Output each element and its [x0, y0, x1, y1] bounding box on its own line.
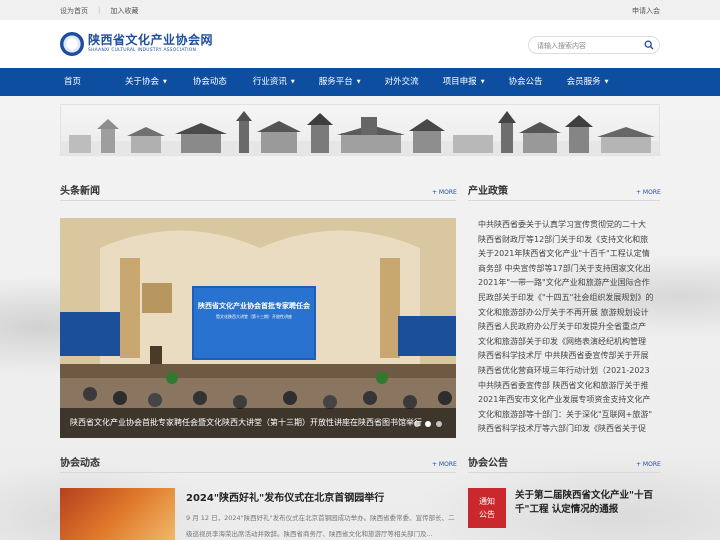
add-favorite-link[interactable]: 加入收藏 — [110, 6, 138, 16]
main-navigation: 首页 关于协会 ▼ 协会动态 行业资讯 ▼ 服务平台 ▼ 对外交流 项目申报 ▼ 协会公告 会员服务 ▼ — [0, 68, 720, 96]
logo-title: 陕西省文化产业协会网 — [88, 33, 214, 47]
top-utility-bar: 设为首页 | 加入收藏 申请入会 — [0, 0, 720, 20]
policy-list-item[interactable]: 陕西省财政厅等12部门关于印发《支持文化和旅 — [478, 233, 660, 248]
policy-list-item[interactable]: 民政部关于印发《"十四五"社会组织发展规划》的 — [478, 291, 660, 306]
policy-list-item[interactable]: 陕西省科学技术厅 中共陕西省委宣传部关于开展 — [478, 349, 660, 364]
skyline-illustration — [61, 111, 659, 155]
join-association-link[interactable]: 申请入会 — [632, 6, 660, 16]
nav-item-label: 项目申报 — [442, 77, 477, 87]
nav-item-label: 关于协会 — [125, 77, 160, 87]
search-icon[interactable] — [644, 40, 654, 50]
headline-more-link[interactable]: + MORE — [432, 189, 457, 196]
nav-item-6[interactable]: 项目申报 ▼ — [419, 68, 485, 96]
nav-item-8[interactable]: 会员服务 ▼ — [543, 68, 609, 96]
section-divider — [468, 200, 660, 201]
association-emblem-icon — [60, 32, 84, 56]
policy-list-item[interactable]: 文化和旅游部办公厅关于不再开展 旅游规划设计 — [478, 306, 660, 321]
nav-item-0[interactable]: 首页 — [60, 68, 103, 96]
notice-title: 协会公告 — [468, 458, 508, 469]
headline-caption[interactable]: 陕西省文化产业协会首批专家聘任会暨文化陕西大讲堂（第十三期）开放性讲座在陕西省图… — [60, 408, 456, 438]
policy-list-item[interactable]: 中共陕西省委宣传部 陕西省文化和旅游厅关于推 — [478, 379, 660, 394]
policy-list-item[interactable]: 文化和旅游部关于印发《网络表演经纪机构管理 — [478, 335, 660, 350]
nav-item-label: 协会公告 — [508, 77, 543, 87]
site-header: 陕西省文化产业协会网 SHAANXI CULTURAL INDUSTRY ASS… — [0, 20, 720, 68]
section-divider — [468, 472, 660, 473]
nav-item-4[interactable]: 服务平台 ▼ — [295, 68, 361, 96]
stage-screen-title: 陕西省文化产业协会首批专家聘任会 — [198, 301, 311, 310]
policy-title: 产业政策 — [468, 186, 508, 197]
carousel-dot-active[interactable] — [425, 421, 431, 427]
nav-item-2[interactable]: 协会动态 — [167, 68, 227, 96]
caret-down-icon: ▼ — [604, 79, 609, 85]
policy-more-link[interactable]: + MORE — [636, 189, 661, 196]
set-home-link[interactable]: 设为首页 — [60, 6, 88, 16]
policy-list-item[interactable]: 2021年西安市文化产业发展专项资金支持文化产 — [478, 393, 660, 408]
notice-more-link[interactable]: + MORE — [636, 461, 661, 468]
carousel-dots — [409, 421, 442, 427]
policy-list-item[interactable]: 商务部 中央宣传部等17部门关于支持国家文化出 — [478, 262, 660, 277]
dynamics-title: 协会动态 — [60, 458, 100, 469]
policy-list-item[interactable]: 文化和旅游部等十部门：关于深化"互联网+旅游" — [478, 408, 660, 423]
dynamics-news-summary: 9 月 12 日，2024"陕西好礼"发布仪式在北京首钢园成功举办。陕西省委常委… — [186, 514, 455, 538]
policy-list-item[interactable]: 陕西省优化营商环境三年行动计划（2021-2023 — [478, 364, 660, 379]
dynamics-thumbnail[interactable] — [60, 488, 175, 540]
policy-list-item[interactable]: 陕西省科学技术厅等六部门印发《陕西省关于促 — [478, 422, 660, 434]
stage-screen-subtitle: 暨文化陕西大讲堂（第十三期）开放性讲座 — [216, 313, 292, 319]
search-box — [528, 36, 660, 54]
nav-item-3[interactable]: 行业资讯 ▼ — [227, 68, 295, 96]
nav-item-label: 首页 — [64, 77, 82, 87]
headline-carousel[interactable]: 陕西省文化产业协会首批专家聘任会 暨文化陕西大讲堂（第十三期）开放性讲座 陕西省… — [60, 218, 456, 438]
logo-subtitle: SHAANXI CULTURAL INDUSTRY ASSOCIATION — [88, 48, 197, 53]
nav-item-label: 服务平台 — [318, 77, 353, 87]
policy-list-item[interactable]: 关于2021年陕西省文化产业"十百千"工程认定情 — [478, 247, 660, 262]
policy-list: 中共陕西省委关于认真学习宣传贯彻党的二十大 陕西省财政厅等12部门关于印发《支持文… — [478, 218, 660, 434]
policy-list-item[interactable]: 中共陕西省委关于认真学习宣传贯彻党的二十大 — [478, 218, 660, 233]
notice-badge-line2: 公告 — [479, 510, 495, 519]
notice-badge: 通知 公告 — [468, 488, 506, 528]
headline-news-title: 头条新闻 — [60, 186, 100, 197]
site-logo[interactable]: 陕西省文化产业协会网 SHAANXI CULTURAL INDUSTRY ASS… — [60, 32, 213, 56]
nav-item-5[interactable]: 对外交流 — [361, 68, 419, 96]
section-divider — [60, 200, 456, 201]
carousel-dot[interactable] — [414, 421, 420, 427]
carousel-dot[interactable] — [436, 421, 442, 427]
nav-item-label: 会员服务 — [566, 77, 601, 87]
dynamics-news-title[interactable]: 2024"陕西好礼"发布仪式在北京首钢园举行 — [186, 489, 384, 504]
nav-item-label: 对外交流 — [384, 77, 419, 87]
nav-item-7[interactable]: 协会公告 — [485, 68, 543, 96]
dynamics-more-link[interactable]: + MORE — [432, 461, 457, 468]
policy-list-item[interactable]: 陕西省人民政府办公厅关于印发提升全省重点产 — [478, 320, 660, 335]
notice-badge-line1: 通知 — [479, 497, 495, 506]
notice-item-title[interactable]: 关于第二届陕西省文化产业"十百千"工程 认定情况的通报 — [515, 489, 661, 517]
policy-list-item[interactable]: 2021年"一带一路"文化产业和旅游产业国际合作 — [478, 276, 660, 291]
nav-item-label: 行业资讯 — [252, 77, 287, 87]
divider: | — [98, 6, 101, 14]
search-input[interactable] — [537, 40, 637, 51]
nav-item-label: 协会动态 — [192, 77, 227, 87]
headline-photo: 陕西省文化产业协会首批专家聘任会 暨文化陕西大讲堂（第十三期）开放性讲座 — [60, 218, 456, 438]
section-divider — [60, 472, 456, 473]
nav-item-1[interactable]: 关于协会 ▼ — [103, 68, 167, 96]
city-skyline-banner — [60, 104, 660, 156]
